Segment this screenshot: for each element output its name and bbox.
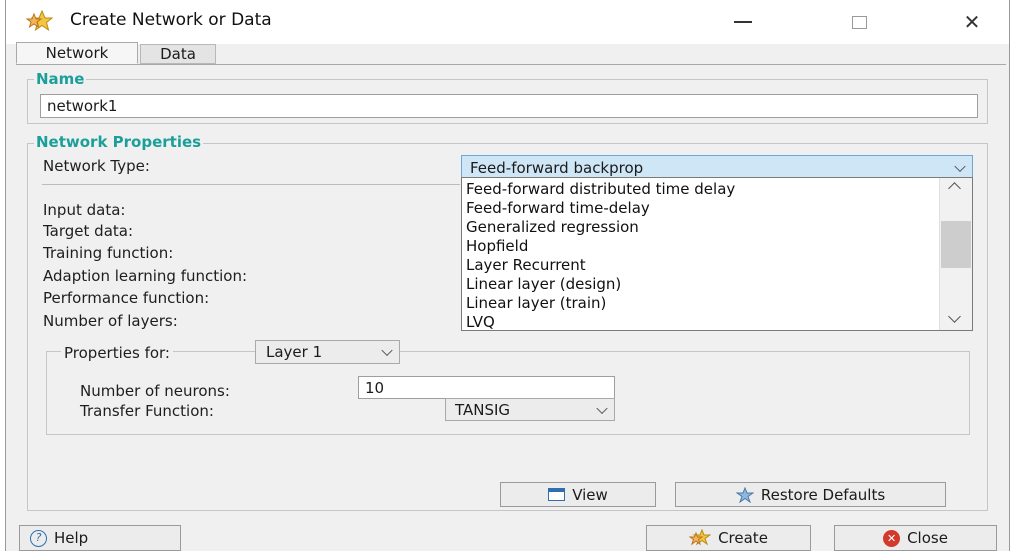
help-button-label: Help bbox=[54, 529, 89, 547]
properties-for-label: Properties for: bbox=[61, 344, 173, 362]
scroll-up-icon[interactable] bbox=[948, 182, 961, 195]
training-function-label: Training function: bbox=[43, 244, 174, 262]
create-network-dialog: Create Network or Data ✕ Network Data Na… bbox=[5, 0, 1010, 551]
create-button[interactable]: Create bbox=[646, 525, 811, 551]
title-bar: Create Network or Data ✕ bbox=[6, 0, 1009, 44]
create-button-label: Create bbox=[718, 529, 768, 547]
close-button-label: Close bbox=[907, 529, 948, 547]
chevron-down-icon bbox=[954, 160, 966, 172]
network-type-option[interactable]: Feed-forward distributed time delay bbox=[466, 180, 735, 199]
transfer-function-label: Transfer Function: bbox=[80, 402, 214, 420]
adaption-learning-function-label: Adaption learning function: bbox=[43, 267, 248, 285]
minimize-button[interactable] bbox=[723, 8, 763, 36]
network-type-label: Network Type: bbox=[43, 157, 150, 175]
layer-select-value: Layer 1 bbox=[266, 343, 323, 361]
network-type-option[interactable]: LVQ bbox=[466, 313, 495, 330]
layer-select[interactable]: Layer 1 bbox=[255, 340, 400, 364]
restore-defaults-button[interactable]: Restore Defaults bbox=[675, 482, 946, 507]
number-of-layers-label: Number of layers: bbox=[43, 312, 178, 330]
close-button[interactable]: ✕ Close bbox=[834, 525, 997, 551]
tab-data[interactable]: Data bbox=[140, 44, 216, 64]
view-button-label: View bbox=[572, 485, 608, 504]
help-circle-icon: ? bbox=[30, 529, 47, 547]
network-type-option[interactable]: Layer Recurrent bbox=[466, 256, 586, 275]
network-type-option[interactable]: Feed-forward time-delay bbox=[466, 199, 650, 218]
dropdown-scrollbar[interactable] bbox=[939, 178, 972, 330]
network-type-option[interactable]: Linear layer (design) bbox=[466, 275, 621, 294]
scroll-down-icon[interactable] bbox=[948, 310, 961, 323]
network-properties-legend: Network Properties bbox=[34, 133, 204, 151]
tab-network[interactable]: Network bbox=[16, 42, 138, 64]
network-type-option[interactable]: Hopfield bbox=[466, 237, 528, 256]
view-button[interactable]: View bbox=[500, 482, 656, 507]
app-star-icon bbox=[25, 9, 54, 33]
transfer-function-value: TANSIG bbox=[455, 400, 511, 419]
star-icon bbox=[735, 486, 755, 503]
maximize-button[interactable] bbox=[839, 8, 879, 36]
chevron-down-icon bbox=[381, 344, 393, 357]
maximize-icon bbox=[851, 15, 867, 29]
performance-function-label: Performance function: bbox=[43, 289, 210, 307]
target-data-label: Target data: bbox=[43, 222, 134, 240]
window-icon bbox=[548, 488, 566, 501]
network-type-option[interactable]: Generalized regression bbox=[466, 218, 639, 237]
network-name-input[interactable]: network1 bbox=[40, 94, 978, 118]
network-type-value: Feed-forward backprop bbox=[470, 158, 644, 177]
transfer-function-select[interactable]: TANSIG bbox=[445, 398, 615, 421]
minimize-icon bbox=[734, 21, 752, 23]
divider bbox=[42, 184, 460, 185]
window-title: Create Network or Data bbox=[70, 10, 272, 30]
scroll-thumb[interactable] bbox=[941, 221, 971, 268]
star-stack-icon bbox=[688, 528, 712, 547]
network-type-dropdown-list: Feed-forward distributed time delay Feed… bbox=[461, 177, 973, 331]
close-icon: ✕ bbox=[963, 10, 981, 34]
close-window-button[interactable]: ✕ bbox=[952, 8, 992, 36]
close-circle-icon: ✕ bbox=[883, 529, 901, 547]
number-of-neurons-input[interactable]: 10 bbox=[358, 376, 615, 399]
tab-strip: Network Data bbox=[16, 42, 1006, 65]
name-legend: Name bbox=[34, 70, 87, 88]
chevron-down-icon bbox=[596, 402, 608, 414]
help-button[interactable]: ? Help bbox=[19, 525, 181, 551]
input-data-label: Input data: bbox=[43, 201, 126, 219]
restore-defaults-label: Restore Defaults bbox=[760, 485, 886, 504]
number-of-neurons-label: Number of neurons: bbox=[80, 382, 230, 400]
network-type-option[interactable]: Linear layer (train) bbox=[466, 294, 606, 313]
